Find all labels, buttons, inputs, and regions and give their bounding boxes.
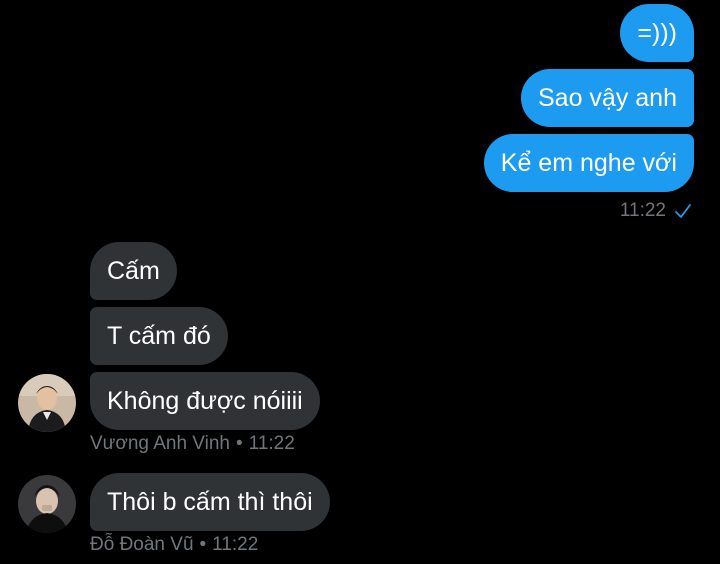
sent-message-meta: 11:22 xyxy=(620,200,692,222)
received-message[interactable]: Cấm xyxy=(90,242,177,300)
meta-separator: • xyxy=(199,534,207,555)
sender-meta: Đỗ Đoàn Vũ • 11:22 xyxy=(90,534,258,556)
check-icon xyxy=(674,202,692,220)
sent-message[interactable]: =))) xyxy=(620,4,694,62)
received-message[interactable]: Thôi b cấm thì thôi xyxy=(90,473,330,531)
message-time: 11:22 xyxy=(212,534,259,555)
avatar[interactable] xyxy=(18,475,76,533)
sender-name[interactable]: Vương Anh Vinh xyxy=(90,433,230,454)
sender-name[interactable]: Đỗ Đoàn Vũ xyxy=(90,534,194,555)
received-message[interactable]: Không được nóiiii xyxy=(90,372,320,430)
avatar[interactable] xyxy=(18,374,76,432)
sender-meta: Vương Anh Vinh • 11:22 xyxy=(90,433,295,455)
received-message[interactable]: T cấm đó xyxy=(90,307,228,365)
message-time: 11:22 xyxy=(248,433,295,454)
sent-time: 11:22 xyxy=(619,200,666,221)
sent-message[interactable]: Kể em nghe với xyxy=(483,134,694,192)
sent-message[interactable]: Sao vậy anh xyxy=(521,69,694,127)
meta-separator: • xyxy=(236,433,243,454)
